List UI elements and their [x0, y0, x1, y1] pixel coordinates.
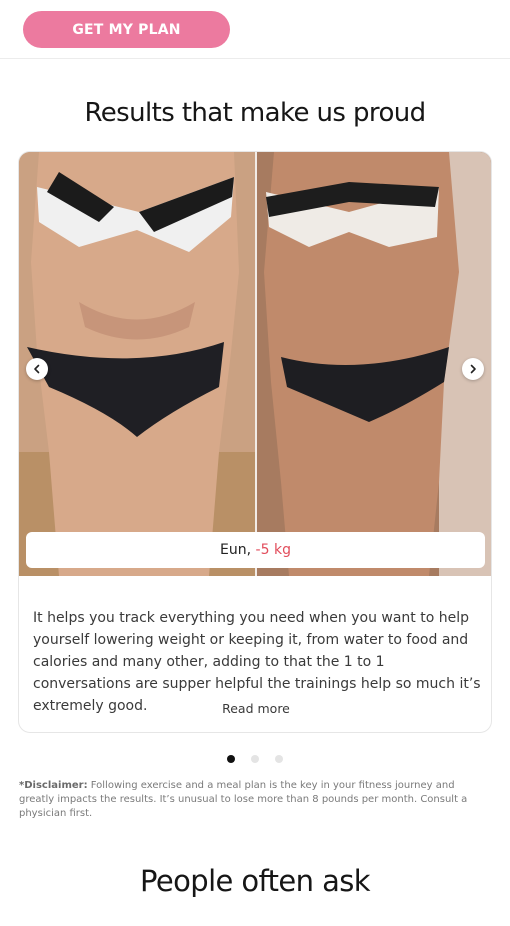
before-after-photo: Eun, -5 kg [19, 152, 491, 576]
carousel-dot[interactable] [227, 755, 235, 763]
disclaimer-label: *Disclaimer: [19, 780, 88, 791]
carousel-next-button[interactable] [462, 358, 484, 380]
faq-title: People often ask [140, 864, 371, 898]
testimonial-name: Eun, [220, 542, 252, 558]
carousel-dot[interactable] [275, 755, 283, 763]
carousel-prev-button[interactable] [26, 358, 48, 380]
results-title: Results that make us proud [84, 98, 426, 128]
carousel-dot[interactable] [251, 755, 259, 763]
carousel-dots [0, 755, 510, 763]
read-more-link[interactable]: Read more [19, 701, 491, 716]
weight-loss-value: -5 kg [255, 542, 291, 558]
disclaimer: *Disclaimer: Following exercise and a me… [19, 779, 489, 821]
chevron-right-icon [470, 364, 476, 374]
testimonial-card: Eun, -5 kg It helps you track everything… [18, 151, 492, 733]
chevron-left-icon [34, 364, 40, 374]
testimonial-caption: Eun, -5 kg [26, 532, 485, 568]
get-my-plan-button[interactable]: GET MY PLAN [23, 11, 230, 48]
top-bar: GET MY PLAN [0, 0, 510, 59]
